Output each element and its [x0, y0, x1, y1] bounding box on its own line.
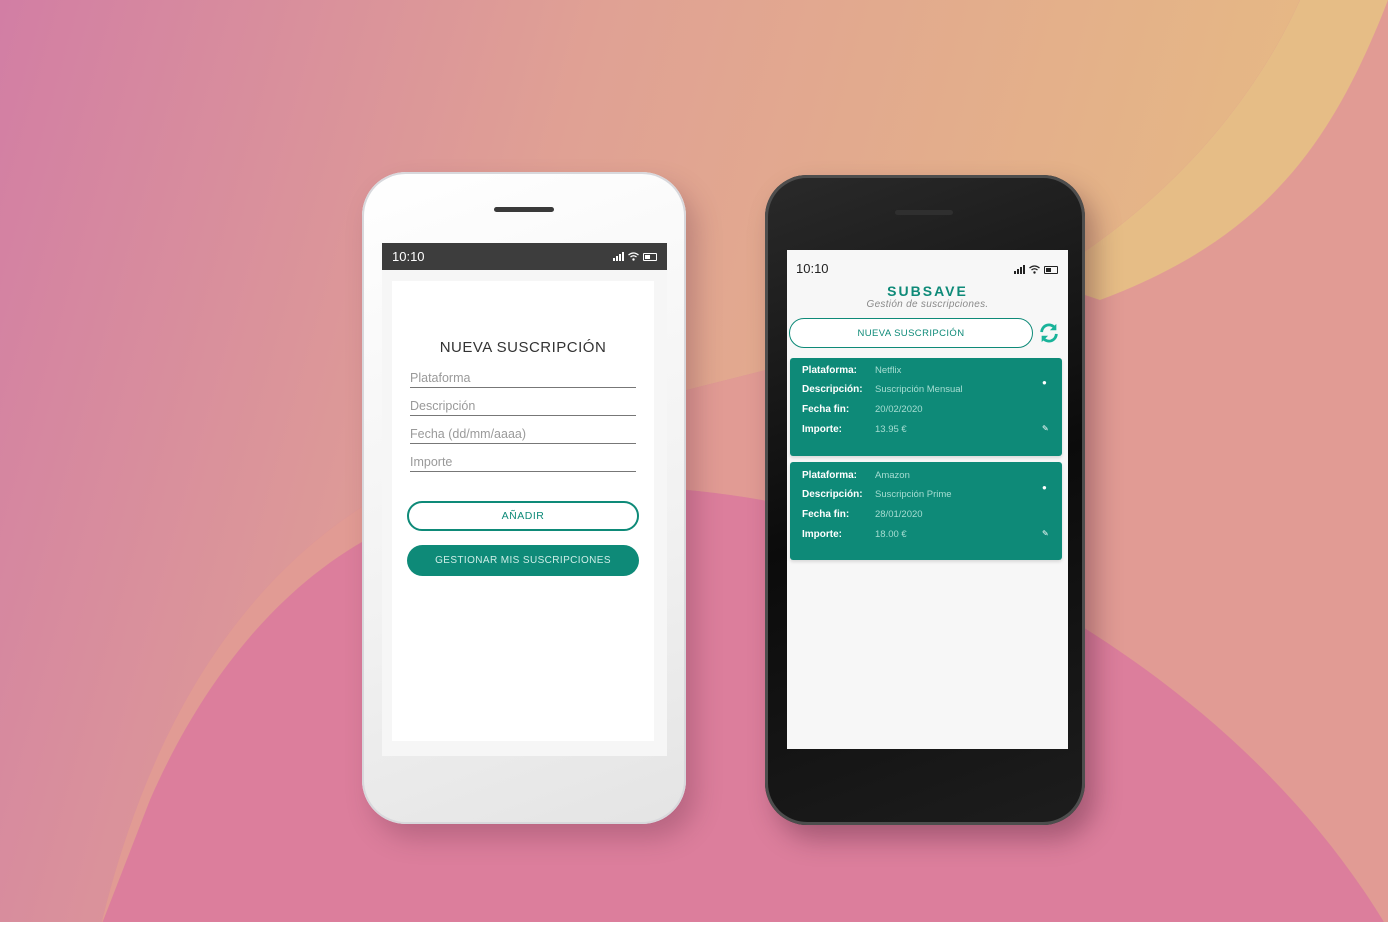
plataforma-value: Netflix	[875, 365, 902, 376]
battery-icon	[1044, 265, 1058, 274]
white-phone: 10:10 NUEVA SUSCRIPCIÓN AÑADIR GESTIONAR…	[362, 172, 686, 824]
earpiece-speaker	[494, 207, 554, 212]
importe-row: Importe: 18.00 €	[802, 529, 907, 540]
plataforma-row: Plataforma: Amazon	[802, 470, 910, 481]
subscription-card: Plataforma: Netflix Descripción: Suscrip…	[790, 358, 1062, 456]
edit-icon[interactable]: ✎	[1042, 424, 1049, 433]
plataforma-row: Plataforma: Netflix	[802, 365, 902, 376]
descripcion-value: Suscripción Prime	[875, 489, 952, 500]
app-logo: SUBSAVE	[887, 283, 968, 299]
new-subscription-form: NUEVA SUSCRIPCIÓN AÑADIR GESTIONAR MIS S…	[392, 281, 654, 741]
wifi-icon	[1029, 265, 1040, 274]
fecha-row: Fecha fin: 28/01/2020	[802, 509, 923, 520]
signal-icon	[1014, 265, 1025, 274]
left-screen: 10:10 NUEVA SUSCRIPCIÓN AÑADIR GESTIONAR…	[382, 243, 667, 756]
signal-icon	[613, 252, 624, 261]
plataforma-input[interactable]	[410, 369, 636, 388]
importe-value: 18.00 €	[875, 529, 907, 540]
earpiece-speaker	[895, 210, 953, 215]
fecha-value: 28/01/2020	[875, 509, 923, 520]
fecha-value: 20/02/2020	[875, 404, 923, 415]
black-phone: 10:10 SUBSAVE Gestión de suscripciones. …	[765, 175, 1085, 825]
new-subscription-button[interactable]: NUEVA SUSCRIPCIÓN	[789, 318, 1033, 348]
battery-icon	[643, 252, 657, 261]
refresh-icon[interactable]	[1038, 322, 1060, 344]
descripcion-input[interactable]	[410, 397, 636, 416]
form-title: NUEVA SUSCRIPCIÓN	[439, 339, 607, 356]
background	[0, 0, 1388, 929]
status-bar: 10:10	[382, 243, 667, 270]
status-time: 10:10	[796, 261, 829, 276]
descripcion-value: Suscripción Mensual	[875, 384, 963, 395]
status-bar: 10:10	[787, 250, 1068, 276]
fecha-row: Fecha fin: 20/02/2020	[802, 404, 923, 415]
wifi-icon	[628, 252, 639, 261]
app-tagline: Gestión de suscripciones.	[866, 299, 989, 310]
delete-icon[interactable]: ●	[1042, 378, 1047, 387]
right-screen: 10:10 SUBSAVE Gestión de suscripciones. …	[787, 250, 1068, 749]
descripcion-row: Descripción: Suscripción Prime	[802, 489, 952, 500]
status-time: 10:10	[392, 249, 425, 264]
manage-subscriptions-button[interactable]: GESTIONAR MIS SUSCRIPCIONES	[407, 545, 639, 576]
fecha-input[interactable]	[410, 425, 636, 444]
importe-value: 13.95 €	[875, 424, 907, 435]
importe-row: Importe: 13.95 €	[802, 424, 907, 435]
subscription-card: Plataforma: Amazon Descripción: Suscripc…	[790, 462, 1062, 560]
edit-icon[interactable]: ✎	[1042, 529, 1049, 538]
add-button[interactable]: AÑADIR	[407, 501, 639, 531]
descripcion-row: Descripción: Suscripción Mensual	[802, 384, 963, 395]
delete-icon[interactable]: ●	[1042, 483, 1047, 492]
importe-input[interactable]	[410, 453, 636, 472]
plataforma-value: Amazon	[875, 470, 910, 481]
